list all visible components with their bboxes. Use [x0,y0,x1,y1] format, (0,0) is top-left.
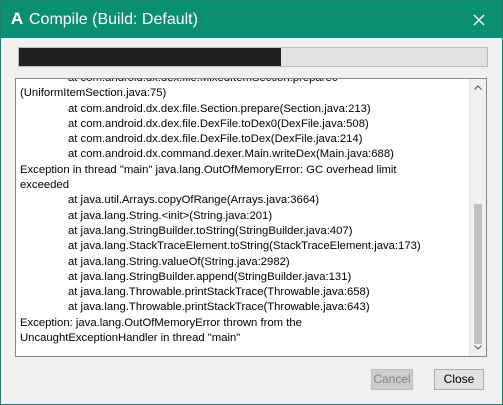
log-line: at java.lang.StringBuilder.toString(Stri… [68,224,353,237]
build-log[interactable]: at com.android.dx.dex.file.MixedItemSect… [15,78,487,357]
log-line: at java.lang.Throwable.printStackTrace(T… [68,301,370,314]
cancel-button[interactable]: Cancel [371,369,413,390]
log-line: at com.android.dx.dex.file.DexFile.toDex… [68,117,369,130]
log-line: at com.android.dx.dex.file.DexFile.toDex… [68,133,363,146]
compile-dialog: A Compile (Build: Default) at com.androi… [0,0,503,405]
build-progress-bar [18,47,488,67]
scroll-down-arrow-icon[interactable] [470,339,486,356]
log-line: at java.lang.String.<init>(String.java:2… [68,209,273,222]
close-button[interactable]: Close [434,369,484,390]
window-title: Compile (Build: Default) [29,11,198,28]
log-line: Exception: java.lang.OutOfMemoryError th… [20,316,302,329]
scrollbar-thumb[interactable] [474,204,482,344]
app-logo-icon: A [10,9,24,28]
close-icon[interactable] [456,1,502,38]
log-line: at com.android.dx.dex.file.Section.prepa… [68,102,371,115]
log-line: at java.lang.StackTraceElement.toString(… [68,240,421,253]
log-line: UncaughtExceptionHandler in thread "main… [20,332,241,345]
log-line: at java.util.Arrays.copyOfRange(Arrays.j… [68,194,320,207]
log-line: Exception in thread "main" java.lang.Out… [20,163,397,176]
scroll-up-arrow-icon[interactable] [470,79,486,96]
progress-fill [19,48,282,66]
log-line: (UniformItemSection.java:75) [20,87,167,100]
log-text: at com.android.dx.dex.file.MixedItemSect… [20,78,468,346]
log-line: at com.android.dx.dex.file.MixedItemSect… [68,78,339,84]
title-bar[interactable]: A Compile (Build: Default) [1,1,502,38]
log-line: at java.lang.StringBuilder.append(String… [68,270,352,283]
log-line: at java.lang.String.valueOf(String.java:… [68,255,290,268]
log-line: at java.lang.Throwable.printStackTrace(T… [68,286,370,299]
vertical-scrollbar[interactable] [469,79,486,356]
log-line: at com.android.dx.command.dexer.Main.wri… [68,148,394,161]
log-line: exceeded [20,179,69,192]
